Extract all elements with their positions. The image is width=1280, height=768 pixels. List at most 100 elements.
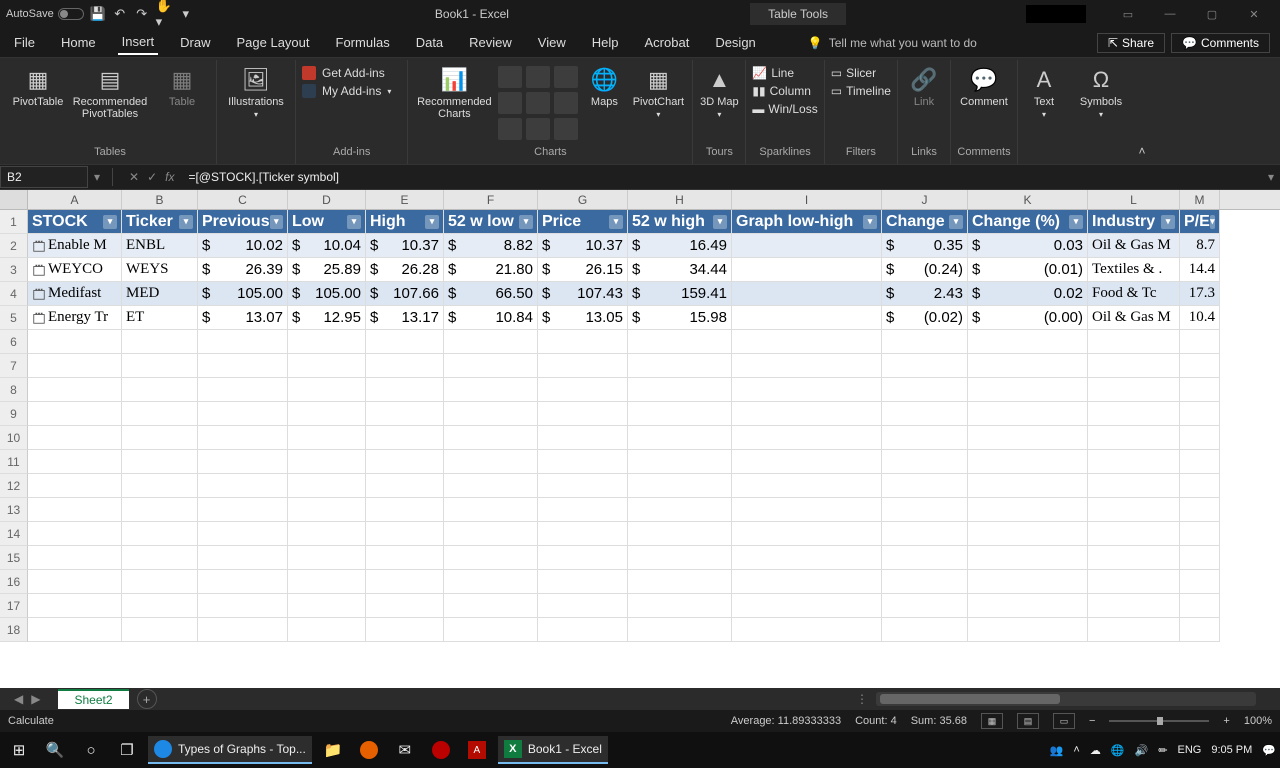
empty-cell[interactable] [444,498,538,522]
empty-cell[interactable] [1088,426,1180,450]
fx-icon[interactable]: fx [165,170,174,184]
sparkline-winloss-button[interactable]: ▬Win/Loss [752,102,817,116]
empty-cell[interactable] [444,474,538,498]
empty-cell[interactable] [444,522,538,546]
empty-cell[interactable] [28,522,122,546]
empty-cell[interactable] [444,570,538,594]
empty-cell[interactable] [628,546,732,570]
col-G[interactable]: G [538,190,628,209]
row-header[interactable]: 6 [0,330,28,354]
action-center-icon[interactable]: 💬 [1262,744,1276,757]
line-chart-icon[interactable] [526,66,550,88]
cell-52whigh[interactable]: $34.44 [628,258,732,282]
empty-cell[interactable] [968,546,1088,570]
horizontal-scrollbar[interactable] [876,692,1256,706]
row-header[interactable]: 10 [0,426,28,450]
cell-price[interactable]: $13.05 [538,306,628,330]
empty-cell[interactable] [122,474,198,498]
empty-cell[interactable] [366,450,444,474]
tab-acrobat[interactable]: Acrobat [641,31,694,54]
empty-cell[interactable] [882,378,968,402]
zoom-level[interactable]: 100% [1244,715,1272,727]
table-header-graph[interactable]: Graph low-high▾ [732,210,882,234]
cell-high[interactable]: $13.17 [366,306,444,330]
empty-cell[interactable] [1180,522,1220,546]
empty-cell[interactable] [366,618,444,642]
empty-cell[interactable] [882,546,968,570]
cell-changepct[interactable]: $0.03 [968,234,1088,258]
empty-cell[interactable] [968,450,1088,474]
cell-stock[interactable]: Energy Tr [28,306,122,330]
volume-icon[interactable]: 🔊 [1135,744,1149,757]
empty-cell[interactable] [882,354,968,378]
empty-cell[interactable] [122,354,198,378]
empty-cell[interactable] [122,498,198,522]
col-chart-icon[interactable] [498,66,522,88]
empty-cell[interactable] [538,594,628,618]
filter-dropdown-icon[interactable]: ▾ [609,215,623,229]
tab-help[interactable]: Help [588,31,623,54]
empty-cell[interactable] [288,354,366,378]
get-addins-button[interactable]: Get Add-ins [302,66,391,80]
minimize-icon[interactable]: ― [1150,1,1190,27]
cell-52wlow[interactable]: $10.84 [444,306,538,330]
empty-cell[interactable] [288,402,366,426]
empty-cell[interactable] [732,426,882,450]
row-header[interactable]: 5 [0,306,28,330]
cell-pe[interactable]: 14.4 [1180,258,1220,282]
cell-52wlow[interactable]: $8.82 [444,234,538,258]
empty-cell[interactable] [198,594,288,618]
empty-cell[interactable] [732,402,882,426]
collapse-ribbon-icon[interactable]: ˄ [1132,60,1152,164]
row-header[interactable]: 12 [0,474,28,498]
cell-price[interactable]: $26.15 [538,258,628,282]
cell-pe[interactable]: 8.7 [1180,234,1220,258]
ribbon-display-icon[interactable]: ▭ [1108,1,1148,27]
filter-dropdown-icon[interactable]: ▾ [1210,215,1215,229]
cell-52whigh[interactable]: $15.98 [628,306,732,330]
empty-cell[interactable] [28,402,122,426]
table-header-previous[interactable]: Previous▾ [198,210,288,234]
tab-page-layout[interactable]: Page Layout [233,31,314,54]
empty-cell[interactable] [1180,474,1220,498]
empty-cell[interactable] [1180,330,1220,354]
row-header[interactable]: 3 [0,258,28,282]
empty-cell[interactable] [732,450,882,474]
row-header[interactable]: 11 [0,450,28,474]
maps-button[interactable]: 🌐Maps [582,66,626,108]
empty-cell[interactable] [1180,498,1220,522]
recommended-pivot-button[interactable]: ▤Recommended PivotTables [70,66,150,120]
tab-formulas[interactable]: Formulas [332,31,394,54]
empty-cell[interactable] [732,498,882,522]
cell-change[interactable]: $(0.02) [882,306,968,330]
empty-cell[interactable] [1088,498,1180,522]
empty-cell[interactable] [968,498,1088,522]
row-header[interactable]: 8 [0,378,28,402]
empty-cell[interactable] [968,618,1088,642]
table-header-low[interactable]: Low▾ [288,210,366,234]
cell-ticker[interactable]: ET [122,306,198,330]
close-icon[interactable]: ✕ [1234,1,1274,27]
empty-cell[interactable] [288,594,366,618]
empty-cell[interactable] [288,474,366,498]
opera-icon[interactable] [426,735,456,765]
cell-low[interactable]: $25.89 [288,258,366,282]
empty-cell[interactable] [1088,522,1180,546]
empty-cell[interactable] [968,330,1088,354]
empty-cell[interactable] [1180,426,1220,450]
empty-cell[interactable] [28,546,122,570]
col-M[interactable]: M [1180,190,1220,209]
sheet-next-icon[interactable]: ▶ [31,692,40,706]
empty-cell[interactable] [882,426,968,450]
filter-dropdown-icon[interactable]: ▾ [347,215,361,229]
empty-cell[interactable] [732,354,882,378]
table-header-change[interactable]: Change▾ [882,210,968,234]
empty-cell[interactable] [628,402,732,426]
empty-cell[interactable] [1088,618,1180,642]
row-header[interactable]: 1 [0,210,28,234]
area-chart-icon[interactable] [526,92,550,114]
empty-cell[interactable] [366,522,444,546]
empty-cell[interactable] [122,330,198,354]
row-header[interactable]: 18 [0,618,28,642]
cell-changepct[interactable]: $0.02 [968,282,1088,306]
